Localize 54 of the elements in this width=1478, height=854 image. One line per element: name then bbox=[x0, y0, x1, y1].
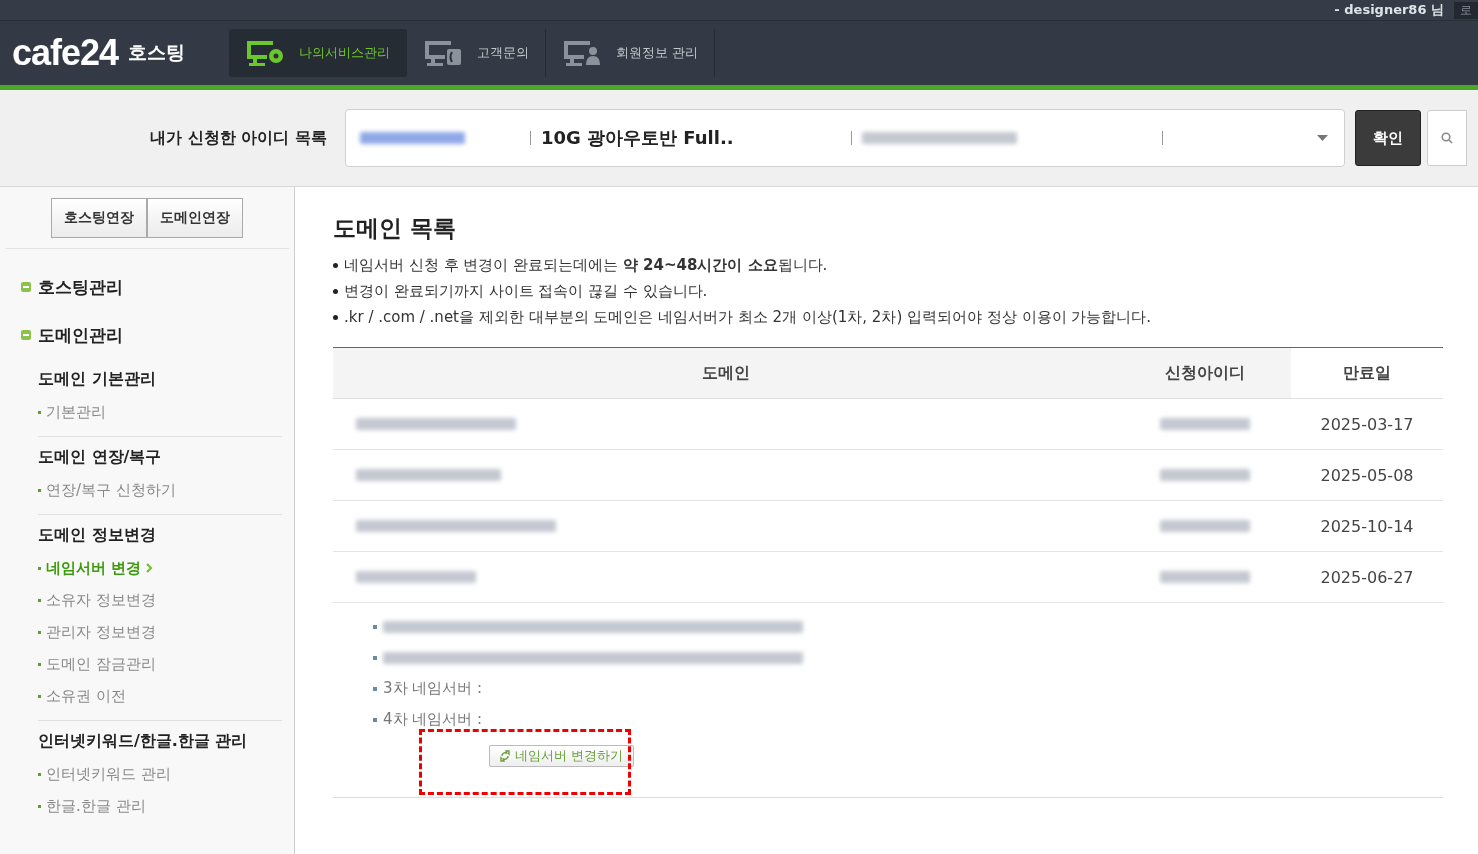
sidebar-link[interactable]: 기본관리 bbox=[46, 396, 106, 428]
dropdown-caret-icon bbox=[1317, 135, 1328, 141]
bullet-icon bbox=[333, 289, 338, 294]
account-list-label: 내가 신청한 아이디 목록 bbox=[149, 127, 328, 149]
column-header: 신청아이디 bbox=[1119, 347, 1291, 399]
section-title: 도메인 정보변경 bbox=[38, 525, 157, 546]
monitor-phone-icon bbox=[423, 39, 464, 67]
expiry-date: 2025-05-08 bbox=[1291, 449, 1443, 501]
search-icon bbox=[1441, 132, 1453, 144]
search-button[interactable] bbox=[1427, 110, 1467, 166]
expiry-date: 2025-03-17 bbox=[1291, 398, 1443, 450]
column-header: 도메인 bbox=[333, 347, 1119, 399]
collapse-icon[interactable] bbox=[21, 282, 31, 292]
bullet-icon bbox=[333, 263, 338, 268]
section-title: 도메인 기본관리 bbox=[38, 369, 157, 390]
sidebar-link[interactable]: 도메인 잠금관리 bbox=[46, 648, 156, 680]
service-name: 10G 광아우토반 Full.. bbox=[540, 126, 735, 150]
sidebar-link[interactable]: 소유권 이전 bbox=[46, 680, 126, 712]
collapse-icon[interactable] bbox=[21, 330, 31, 340]
sidebar-link[interactable]: 관리자 정보변경 bbox=[46, 616, 156, 648]
renew-button[interactable]: 도메인연장 bbox=[147, 198, 243, 238]
nameserver-label: 4차 네임서버 : bbox=[383, 710, 483, 729]
expiry-date: 2025-06-27 bbox=[1291, 551, 1443, 603]
renew-button[interactable]: 호스팅연장 bbox=[51, 198, 147, 238]
nav-tab[interactable]: 나의서비스관리 bbox=[229, 29, 408, 77]
sidebar-group[interactable]: 도메인관리 bbox=[38, 323, 123, 347]
bullet-icon bbox=[333, 315, 338, 320]
page-title: 도메인 목록 bbox=[333, 214, 457, 243]
sidebar-link[interactable]: 연장/복구 신청하기 bbox=[46, 474, 176, 506]
account-select[interactable]: 10G 광아우토반 Full.. bbox=[345, 109, 1345, 167]
refresh-icon bbox=[500, 750, 510, 762]
logout-button[interactable]: 로 bbox=[1454, 1, 1478, 19]
column-header: 만료일 bbox=[1291, 347, 1443, 399]
sidebar-link[interactable]: 소유자 정보변경 bbox=[46, 584, 156, 616]
change-nameserver-button[interactable]: 네임서버 변경하기 bbox=[489, 745, 635, 767]
notice-text: 네임서버 신청 후 변경이 완료되는데에는 약 24~48시간이 소요됩니다. bbox=[344, 256, 828, 275]
user-name: - designer86 님 bbox=[1334, 1, 1444, 19]
monitor-person-icon bbox=[562, 39, 603, 67]
section-title: 도메인 연장/복구 bbox=[38, 447, 163, 468]
nav-tab[interactable]: 고객문의 bbox=[407, 29, 547, 77]
confirm-button[interactable]: 확인 bbox=[1355, 110, 1421, 166]
sidebar-link[interactable]: 인터넷키워드 관리 bbox=[46, 758, 171, 790]
logo[interactable]: cafe24 bbox=[12, 32, 119, 74]
sidebar-link[interactable]: 한글.한글 관리 bbox=[46, 790, 146, 822]
sidebar-link[interactable]: 네임서버 변경 bbox=[46, 552, 154, 584]
expiry-date: 2025-10-14 bbox=[1291, 500, 1443, 552]
notice-text: .kr / .com / .net을 제외한 대부분의 도메인은 네임서버가 최소 2개 이상(1차, 2차) 입력되어야 정상 이용이 가능합니다. bbox=[344, 308, 1152, 327]
nav-tab[interactable]: 회원정보 관리 bbox=[546, 29, 716, 77]
notice-text: 변경이 완료되기까지 사이트 접속이 끊길 수 있습니다. bbox=[344, 282, 708, 301]
chevron-icon bbox=[146, 563, 154, 573]
sidebar-group[interactable]: 호스팅관리 bbox=[38, 275, 123, 299]
nameserver-label: 3차 네임서버 : bbox=[383, 679, 483, 698]
section-title: 인터넷키워드/한글.한글 관리 bbox=[38, 731, 249, 752]
logo-subtitle: 호스팅 bbox=[128, 40, 186, 65]
